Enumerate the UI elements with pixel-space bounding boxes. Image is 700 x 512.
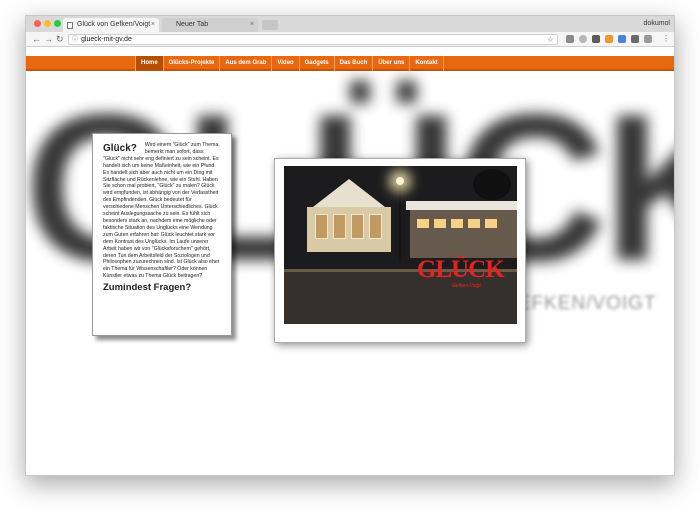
minimize-window-button[interactable] <box>44 20 51 27</box>
extension-icon[interactable] <box>566 35 574 43</box>
extension-icon[interactable] <box>631 35 639 43</box>
url-text: glueck-mit-gv.de <box>81 36 132 43</box>
card-title: Glück? <box>103 143 137 154</box>
close-tab-icon[interactable]: × <box>250 18 254 32</box>
bookmark-star-icon[interactable]: ☆ <box>547 35 554 44</box>
night-photo-image: GLÜCK Gefken/Voigt <box>284 166 517 324</box>
photo-street-lamp <box>396 177 404 185</box>
reload-icon[interactable]: ↻ <box>56 33 64 45</box>
menu-kontakt[interactable]: Kontakt <box>409 56 444 71</box>
photo-tree <box>473 169 511 200</box>
back-icon[interactable]: ← <box>32 33 41 45</box>
extension-icon[interactable] <box>644 35 652 43</box>
photo-logo: GLÜCK <box>417 256 505 283</box>
browser-toolbar: ← → ↻ ⓘ glueck-mit-gv.de ☆ ⋮ <box>26 32 674 47</box>
maximize-window-button[interactable] <box>54 20 61 27</box>
intro-text-card: Glück? Wird einem "Glück" zum Thema, bem… <box>92 133 232 336</box>
browser-window: Glück von Gefken/Voigt × Neuer Tab × dok… <box>25 15 675 476</box>
photo-building-roof <box>406 201 517 210</box>
extension-icon[interactable] <box>618 35 626 43</box>
new-tab-button[interactable] <box>262 20 278 30</box>
photo-building <box>410 210 517 258</box>
photo-building-window <box>434 219 446 228</box>
menu-das-buch[interactable]: Das Buch <box>333 56 373 71</box>
tab-bar: Glück von Gefken/Voigt × Neuer Tab × dok… <box>26 16 674 32</box>
browser-menu-icon[interactable]: ⋮ <box>662 33 670 45</box>
photo-tent-window <box>315 214 328 239</box>
profile-name[interactable]: dokumol <box>644 18 670 30</box>
tab-glueck[interactable]: Glück von Gefken/Voigt × <box>63 18 159 32</box>
photo-lamp-pole <box>399 184 401 262</box>
photo-tent-window <box>369 214 382 239</box>
site-info-icon[interactable]: ⓘ <box>72 36 78 45</box>
main-menu: Home Glücks-Projekte Aus dem Grab Video … <box>135 56 444 71</box>
close-tab-icon[interactable]: × <box>151 18 155 32</box>
photo-tent-window <box>333 214 346 239</box>
photo-tent-window <box>351 214 364 239</box>
tab-title: Neuer Tab <box>176 21 209 28</box>
menu-video[interactable]: Video <box>271 56 298 71</box>
extension-icon[interactable] <box>579 35 587 43</box>
photo-card: GLÜCK Gefken/Voigt <box>274 158 526 343</box>
menu-aus-dem-grab[interactable]: Aus dem Grab <box>219 56 271 71</box>
address-bar[interactable]: ⓘ glueck-mit-gv.de ☆ <box>68 34 558 45</box>
photo-logo-subtext: Gefken/Voigt <box>452 283 481 289</box>
tab-title: Glück von Gefken/Voigt <box>77 21 151 28</box>
photo-building-window <box>451 219 463 228</box>
menu-ueber-uns[interactable]: Über uns <box>372 56 409 71</box>
close-window-button[interactable] <box>34 20 41 27</box>
menu-gadgets[interactable]: Gadgets <box>298 56 334 71</box>
photo-tent-roof <box>313 179 385 207</box>
photo-building-window <box>485 219 497 228</box>
card-footer-text: Zumindest Fragen? <box>103 282 192 294</box>
forward-icon[interactable]: → <box>44 33 53 45</box>
extension-icon[interactable] <box>592 35 600 43</box>
card-body-text: Wird einem "Glück" zum Thema, bemerkt ma… <box>103 142 220 280</box>
extension-icon[interactable] <box>605 35 613 43</box>
menu-home[interactable]: Home <box>135 56 163 71</box>
photo-building-window <box>417 219 429 228</box>
page-icon <box>67 22 73 29</box>
tab-new-tab[interactable]: Neuer Tab × <box>162 18 258 32</box>
web-page: GLÜCK GEFKEN/VOIGT Home Glücks-Projekte … <box>26 48 674 475</box>
menu-gluecks-projekte[interactable]: Glücks-Projekte <box>162 56 220 71</box>
photo-building-window <box>468 219 480 228</box>
